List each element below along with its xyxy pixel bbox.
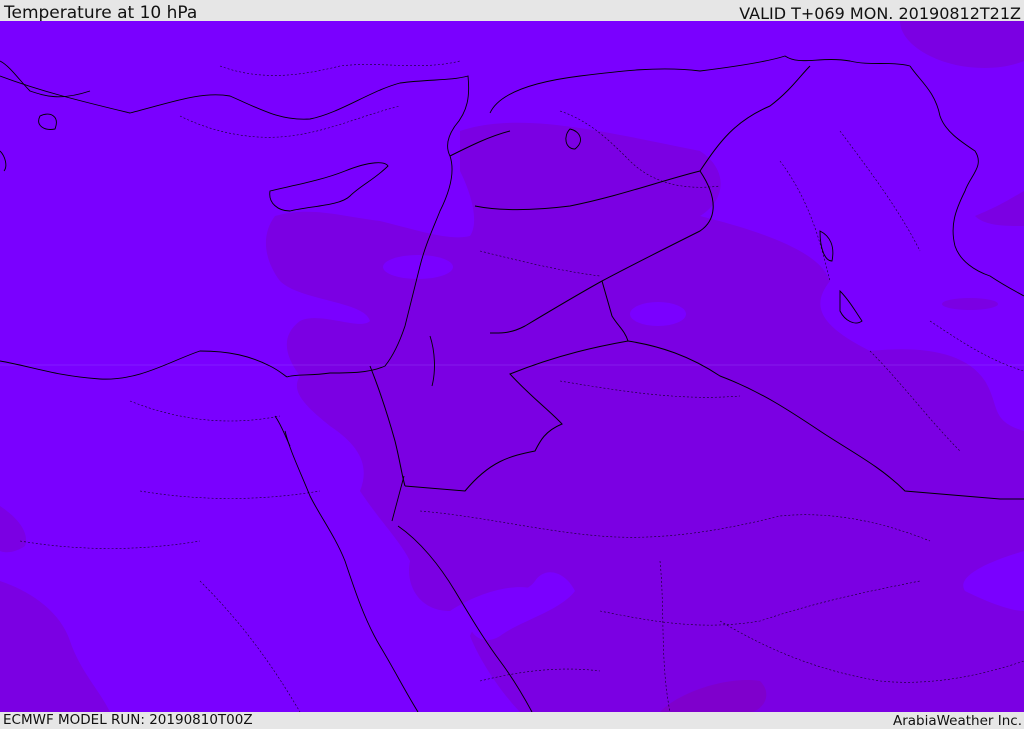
weather-map[interactable] bbox=[0, 21, 1024, 712]
map-title: Temperature at 10 hPa bbox=[4, 3, 198, 23]
brand-label: ArabiaWeather Inc. bbox=[892, 713, 1022, 729]
model-run-label: ECMWF MODEL RUN: 20190810T00Z bbox=[3, 712, 253, 728]
field-patch-light bbox=[630, 302, 686, 326]
field-patch-darker bbox=[942, 298, 998, 310]
header-bar: Temperature at 10 hPa VALID T+069 MON. 2… bbox=[0, 0, 1024, 23]
footer-bar: ECMWF MODEL RUN: 20190810T00Z ArabiaWeat… bbox=[0, 712, 1024, 729]
